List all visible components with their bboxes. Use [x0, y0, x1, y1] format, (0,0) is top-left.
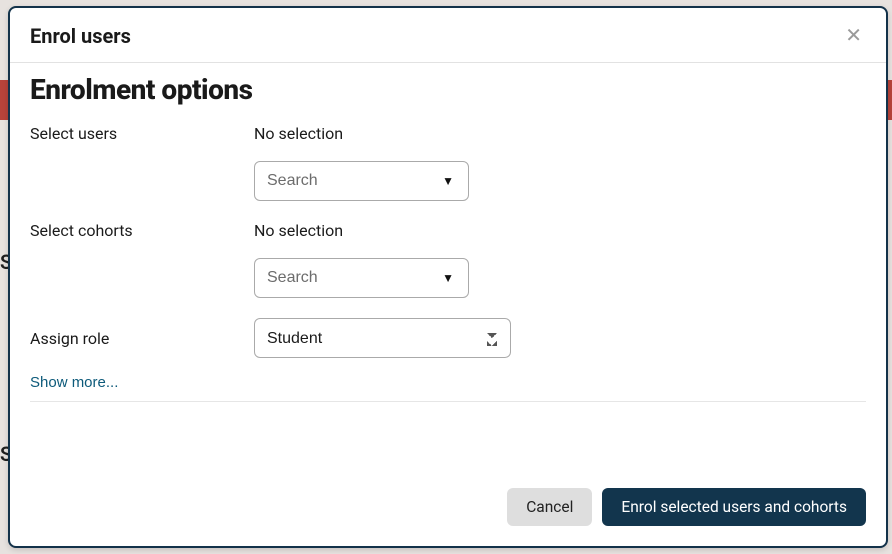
modal-title: Enrol users — [30, 24, 131, 48]
cohorts-search-combo[interactable]: ▼ — [254, 258, 469, 298]
divider — [30, 401, 866, 402]
modal-header: Enrol users ✕ — [10, 8, 886, 63]
assign-role-field: Student — [254, 318, 866, 358]
cohorts-search-input[interactable] — [255, 261, 486, 295]
enrol-users-modal: Enrol users ✕ Enrolment options Select u… — [8, 6, 888, 548]
close-icon: ✕ — [845, 25, 862, 47]
close-button[interactable]: ✕ — [841, 24, 866, 48]
cohorts-no-selection: No selection — [254, 221, 866, 240]
modal-footer: Cancel Enrol selected users and cohorts — [10, 440, 886, 546]
modal-body: Enrolment options Select users No select… — [10, 63, 886, 440]
assign-role-select[interactable]: Student — [254, 318, 511, 358]
users-no-selection: No selection — [254, 124, 866, 143]
select-cohorts-label: Select cohorts — [30, 221, 254, 240]
select-users-label: Select users — [30, 124, 254, 143]
select-users-field: No selection ▼ — [254, 124, 866, 201]
select-cohorts-row: Select cohorts No selection ▼ — [30, 221, 866, 298]
show-more-link[interactable]: Show more... — [30, 374, 118, 391]
assign-role-row: Assign role Student — [30, 318, 866, 358]
assign-role-label: Assign role — [30, 329, 254, 348]
section-title: Enrolment options — [30, 73, 866, 106]
enrol-submit-button[interactable]: Enrol selected users and cohorts — [602, 488, 866, 526]
users-search-input[interactable] — [255, 164, 486, 198]
select-users-row: Select users No selection ▼ — [30, 124, 866, 201]
select-cohorts-field: No selection ▼ — [254, 221, 866, 298]
cancel-button[interactable]: Cancel — [507, 488, 592, 526]
users-search-combo[interactable]: ▼ — [254, 161, 469, 201]
